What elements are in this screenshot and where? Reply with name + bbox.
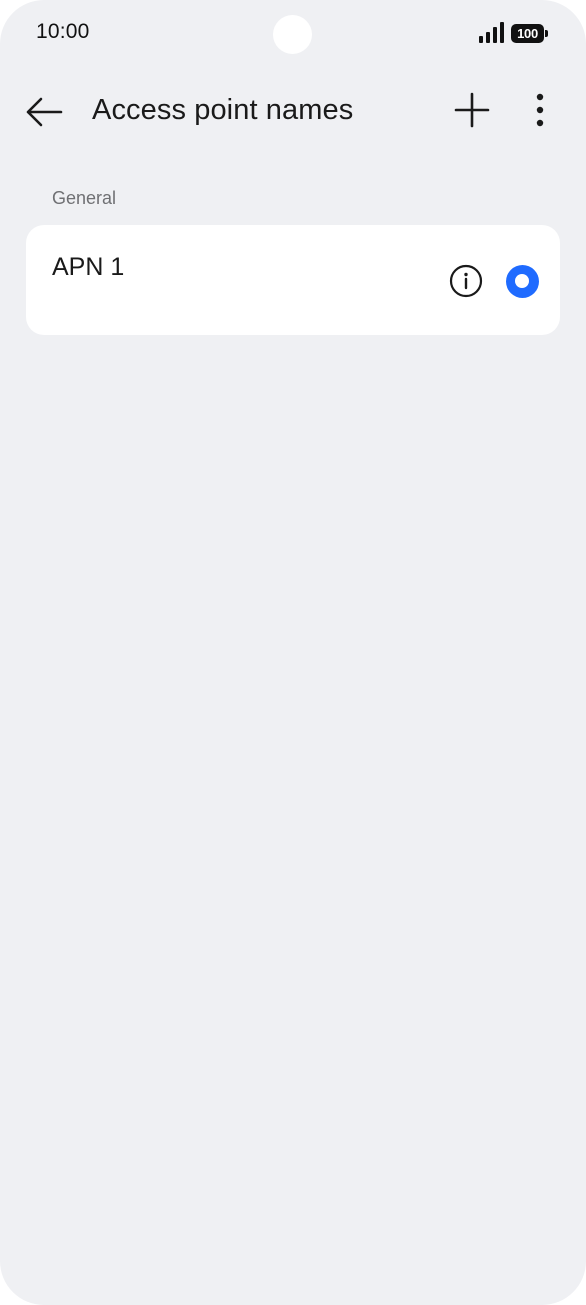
radio-selected-indicator: [505, 264, 539, 298]
app-bar: Access point names: [0, 78, 586, 144]
apn-select-radio[interactable]: [500, 259, 544, 303]
status-time: 10:00: [36, 20, 90, 43]
add-apn-button[interactable]: [448, 86, 496, 134]
apn-info-button[interactable]: [444, 259, 488, 303]
screen: 10:00 100 Access point names General APN…: [0, 0, 586, 1305]
arrow-left-icon: [26, 97, 63, 127]
page-title: Access point names: [92, 94, 354, 126]
battery-icon: 100: [511, 24, 549, 44]
cellular-signal-icon: [479, 22, 504, 43]
battery-tip: [545, 30, 548, 37]
plus-icon: [454, 92, 490, 128]
apn-list-item[interactable]: APN 1: [26, 225, 560, 335]
more-options-button[interactable]: [516, 86, 564, 134]
battery-level: 100: [511, 24, 544, 43]
radio-dot: [515, 274, 529, 288]
more-vertical-icon: [536, 93, 544, 127]
info-icon: [449, 264, 483, 298]
section-header-general: General: [52, 188, 117, 208]
back-button[interactable]: [20, 88, 68, 136]
camera-cutout: [273, 15, 312, 54]
apn-name: APN 1: [52, 253, 125, 281]
status-bar: 10:00 100: [0, 0, 586, 68]
